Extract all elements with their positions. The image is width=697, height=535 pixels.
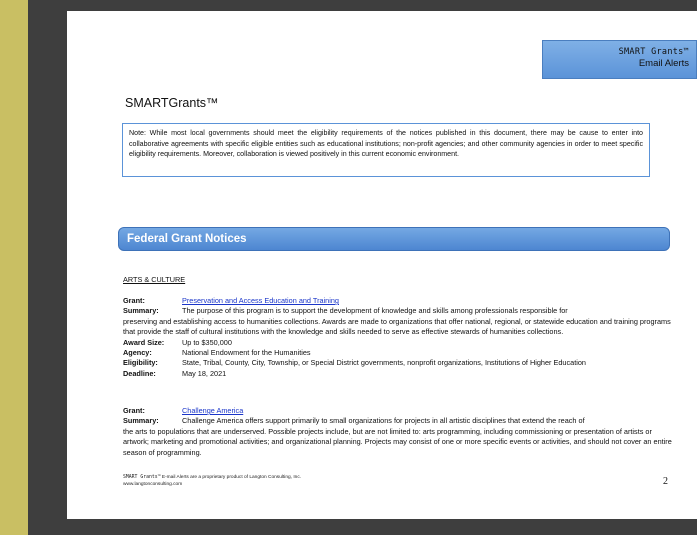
grant-summary-first: The purpose of this program is to suppor… [182, 306, 568, 316]
brand-subtitle: Email Alerts [638, 58, 689, 69]
footer-url: www.langtonconsulting.com [123, 481, 183, 487]
eligibility-note: Note: While most local governments shoul… [122, 123, 650, 177]
summary-label: Summary: [123, 306, 159, 316]
grant-summary-first: Challenge America offers support primari… [182, 416, 585, 426]
eligibility-value: State, Tribal, County, City, Township, o… [182, 358, 586, 368]
section-heading-bar: Federal Grant Notices [118, 227, 670, 251]
deadline-label: Deadline: [123, 368, 156, 378]
footer-brand: SMART Grants™ [123, 475, 161, 480]
brand-title: SMART Grants™ [618, 47, 689, 57]
grant-title-link[interactable]: Preservation and Access Education and Tr… [182, 296, 673, 306]
grant-entry: Grant: Preservation and Access Education… [123, 296, 673, 379]
grant-label: Grant: [123, 406, 145, 415]
grant-label: Grant: [123, 296, 145, 305]
document-page: SMART Grants™ Email Alerts SMARTGrants™ … [67, 11, 697, 519]
agency-value: National Endowment for the Humanities [182, 348, 311, 358]
grant-summary-rest: the arts to populations that are underse… [123, 426, 672, 457]
grant-entry: Grant: Challenge America Summary: Challe… [123, 406, 673, 458]
grant-title-link[interactable]: Challenge America [182, 406, 673, 416]
award-size-label: Award Size: [123, 337, 165, 347]
award-size-value: Up to $350,000 [182, 337, 232, 347]
brand-header-box: SMART Grants™ Email Alerts [542, 40, 697, 79]
document-title: SMARTGrants™ [125, 96, 219, 110]
section-heading: Federal Grant Notices [127, 233, 247, 245]
page-footer: SMART Grants™ E-mail Alerts are a propri… [123, 475, 301, 488]
summary-label: Summary: [123, 416, 159, 426]
category-heading: ARTS & CULTURE [123, 275, 186, 284]
agency-label: Agency: [123, 348, 152, 358]
grant-summary-rest: preserving and establishing access to hu… [123, 316, 671, 337]
footer-text: E-mail Alerts are a proprietary product … [160, 475, 302, 480]
eligibility-label: Eligibility: [123, 358, 158, 368]
page-number: 2 [663, 476, 668, 487]
deadline-value: May 18, 2021 [182, 368, 227, 378]
document-viewer-frame: SMART Grants™ Email Alerts SMARTGrants™ … [28, 0, 697, 535]
